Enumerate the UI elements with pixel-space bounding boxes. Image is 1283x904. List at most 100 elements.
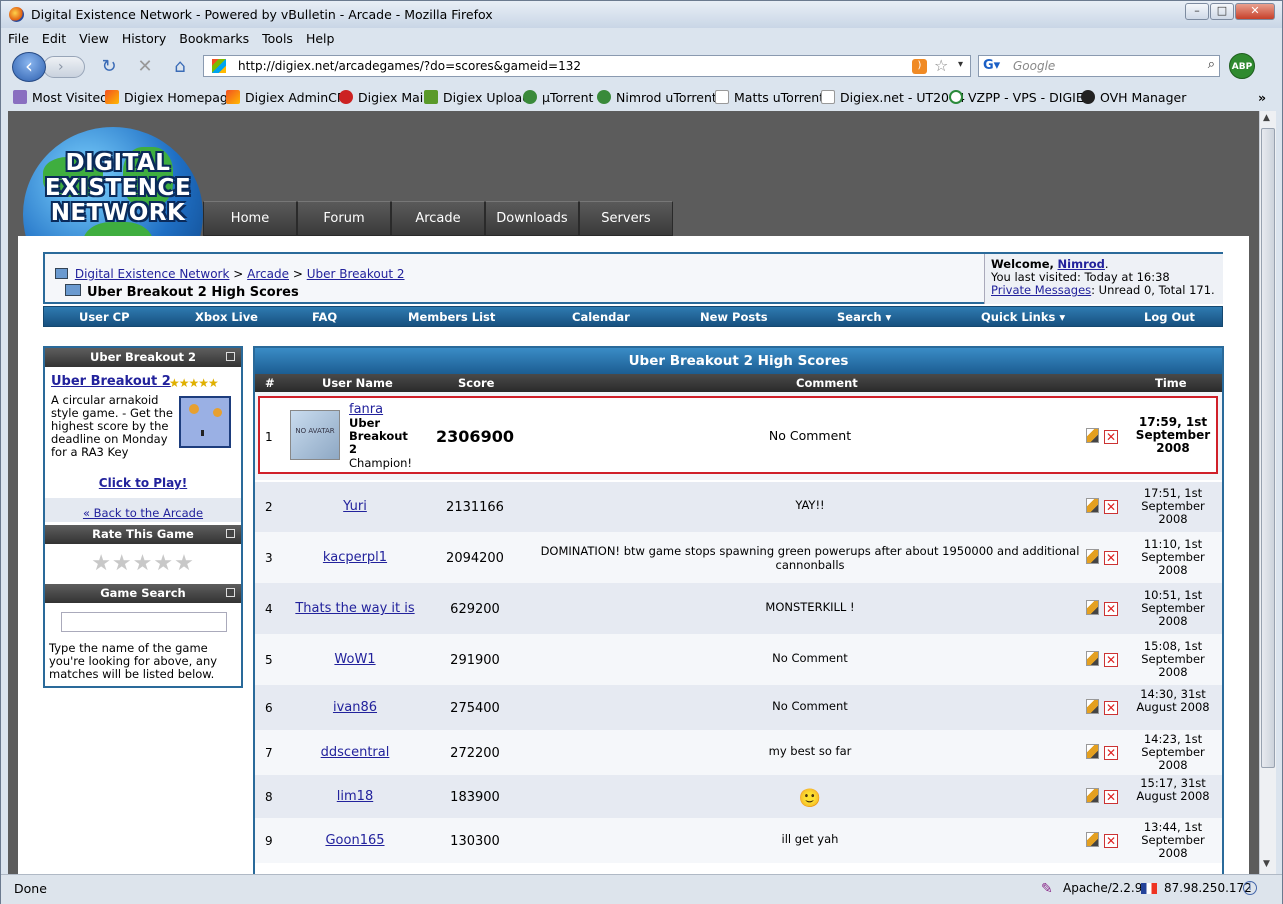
navstrip-calendar[interactable]: Calendar: [572, 310, 630, 324]
delete-icon[interactable]: ✕: [1104, 790, 1118, 804]
menu-history[interactable]: History: [115, 28, 172, 46]
url-dropdown-icon[interactable]: ▾: [958, 59, 963, 70]
bookmark-digiex-ut2004[interactable]: Digiex.net - UT2004: [821, 90, 965, 105]
navstrip-log-out[interactable]: Log Out: [1144, 310, 1195, 324]
forward-button[interactable]: ›: [43, 56, 85, 78]
nav-servers[interactable]: Servers: [579, 201, 673, 236]
google-engine-icon[interactable]: G▾: [983, 58, 1005, 74]
bookmark-star-icon[interactable]: ☆: [934, 56, 948, 75]
breadcrumb-arcade[interactable]: Arcade: [247, 267, 289, 281]
edit-icon[interactable]: [1086, 832, 1099, 847]
bookmarks-overflow-icon[interactable]: »: [1258, 90, 1266, 105]
bookmark-nimrod-utorrent[interactable]: Nimrod uTorrent: [597, 90, 717, 105]
scroll-up-icon[interactable]: ▲: [1263, 113, 1270, 123]
delete-icon[interactable]: ✕: [1104, 701, 1118, 715]
reload-icon[interactable]: ↻: [98, 57, 120, 79]
nav-downloads[interactable]: Downloads: [485, 201, 579, 236]
row-user-link[interactable]: Goon165: [325, 833, 384, 848]
delete-icon[interactable]: ✕: [1104, 834, 1118, 848]
edit-icon[interactable]: [1086, 549, 1099, 564]
edit-icon[interactable]: [1086, 699, 1099, 714]
navstrip-quick-links[interactable]: Quick Links ▾: [981, 310, 1065, 324]
nav-home[interactable]: Home: [203, 201, 297, 236]
row-score: 2094200: [446, 551, 504, 566]
edit-icon[interactable]: [1086, 600, 1099, 615]
navstrip-user-cp[interactable]: User CP: [79, 310, 130, 324]
bookmark-digiex-admincp[interactable]: Digiex AdminCP: [226, 90, 344, 105]
navstrip-search[interactable]: Search ▾: [837, 310, 891, 324]
bookmark-most-visited[interactable]: Most Visited: [13, 90, 108, 105]
bookmark-utorrent[interactable]: µTorrent: [523, 90, 593, 105]
navstrip-members-list[interactable]: Members List: [408, 310, 495, 324]
collapse-icon[interactable]: [226, 529, 235, 538]
minimize-button[interactable]: –: [1185, 3, 1209, 20]
row-user-link[interactable]: kacperpl1: [323, 550, 387, 565]
edit-icon[interactable]: [1086, 498, 1099, 513]
edit-icon[interactable]: [1086, 744, 1099, 759]
menu-view[interactable]: View: [72, 28, 115, 46]
adblock-button[interactable]: ABP: [1229, 53, 1255, 79]
maximize-button[interactable]: □: [1210, 3, 1234, 20]
search-box[interactable]: G▾ Google ⌕: [978, 55, 1220, 77]
ovh-icon: [1081, 90, 1095, 104]
rate-stars-icon[interactable]: ★★★★★: [45, 551, 241, 576]
close-button[interactable]: ✕: [1235, 3, 1275, 20]
bookmark-digiex-mail[interactable]: Digiex Mail: [339, 90, 427, 105]
home-icon[interactable]: ⌂: [169, 57, 191, 79]
delete-icon[interactable]: ✕: [1104, 430, 1118, 444]
game-thumbnail[interactable]: [179, 396, 231, 448]
edit-icon[interactable]: [1086, 651, 1099, 666]
champion-user-link[interactable]: fanra: [349, 402, 383, 417]
delete-icon[interactable]: ✕: [1104, 746, 1118, 760]
menu-edit[interactable]: Edit: [35, 28, 72, 46]
row-user-link[interactable]: WoW1: [334, 652, 375, 667]
collapse-icon[interactable]: [226, 352, 235, 361]
collapse-icon[interactable]: [226, 588, 235, 597]
menu-bookmarks[interactable]: Bookmarks: [172, 28, 255, 46]
bookmark-matts-utorrent[interactable]: Matts uTorrent: [715, 90, 824, 105]
navstrip-faq[interactable]: FAQ: [312, 310, 337, 324]
breadcrumb-game[interactable]: Uber Breakout 2: [307, 267, 405, 281]
row-user-link[interactable]: Yuri: [343, 499, 367, 514]
navstrip-new-posts[interactable]: New Posts: [700, 310, 768, 324]
back-button[interactable]: ‹: [12, 52, 46, 82]
delete-icon[interactable]: ✕: [1104, 500, 1118, 514]
game-name-link[interactable]: Uber Breakout 2: [51, 374, 171, 389]
bookmark-digiex-homepage[interactable]: Digiex Homepage: [105, 90, 235, 105]
scrollbar-thumb[interactable]: [1261, 128, 1275, 768]
score-row: 2 Yuri 2131166 YAY!! ✕ 17:51, 1st September 2…: [255, 482, 1222, 532]
row-user-link[interactable]: Thats the way it is: [295, 601, 414, 616]
address-bar[interactable]: http://digiex.net/arcadegames/?do=scores…: [203, 55, 971, 77]
navstrip-xbox-live[interactable]: Xbox Live: [195, 310, 258, 324]
game-search-input[interactable]: [61, 612, 227, 632]
info-icon[interactable]: i: [1243, 881, 1257, 895]
user-link[interactable]: Nimrod: [1058, 257, 1105, 271]
menu-help[interactable]: Help: [299, 28, 341, 46]
search-icon[interactable]: ⌕: [1208, 57, 1215, 72]
stop-icon[interactable]: ✕: [134, 57, 156, 79]
click-to-play-link[interactable]: Click to Play!: [45, 476, 241, 490]
bookmark-ovh-manager[interactable]: OVH Manager: [1081, 90, 1186, 105]
scroll-down-icon[interactable]: ▼: [1263, 859, 1270, 869]
nav-forum[interactable]: Forum: [297, 201, 391, 236]
welcome-panel: Welcome, Nimrod. You last visited: Today…: [984, 254, 1223, 304]
site-logo[interactable]: DIGITAL EXISTENCE NETWORK: [18, 119, 208, 302]
rss-icon[interactable]: ): [912, 59, 927, 74]
breadcrumb-home[interactable]: Digital Existence Network: [75, 267, 230, 281]
private-messages-link[interactable]: Private Messages: [991, 283, 1091, 297]
vertical-scrollbar[interactable]: ▲ ▼: [1259, 111, 1276, 874]
delete-icon[interactable]: ✕: [1104, 653, 1118, 667]
bookmark-vzpp[interactable]: VZPP - VPS - DIGIEX: [949, 90, 1092, 105]
nav-arcade[interactable]: Arcade: [391, 201, 485, 236]
back-to-arcade-link[interactable]: « Back to the Arcade: [45, 506, 241, 520]
menu-tools[interactable]: Tools: [255, 28, 299, 46]
row-user-link[interactable]: lim18: [337, 789, 373, 804]
delete-icon[interactable]: ✕: [1104, 551, 1118, 565]
edit-icon[interactable]: [1086, 428, 1099, 443]
row-user-link[interactable]: ivan86: [333, 700, 377, 715]
row-user-link[interactable]: ddscentral: [321, 745, 390, 760]
delete-icon[interactable]: ✕: [1104, 602, 1118, 616]
edit-icon[interactable]: [1086, 788, 1099, 803]
bookmark-digiex-upload[interactable]: Digiex Upload: [424, 90, 530, 105]
menu-file[interactable]: File: [1, 28, 35, 46]
